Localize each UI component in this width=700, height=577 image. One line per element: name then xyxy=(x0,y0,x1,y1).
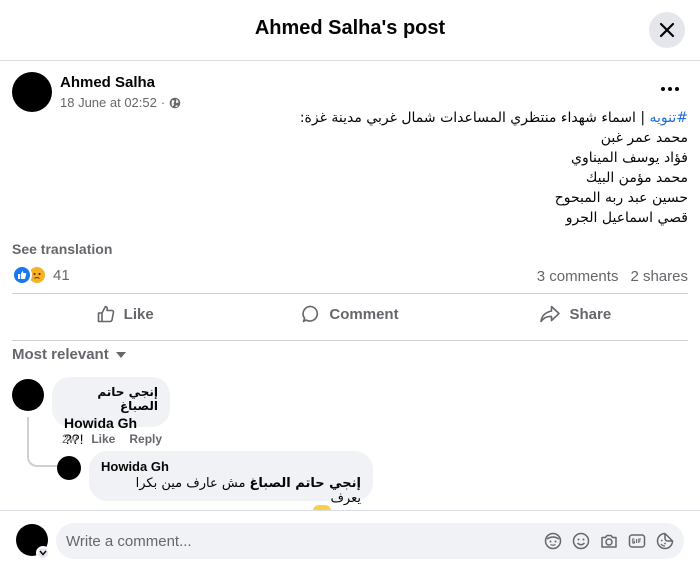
reaction-count: 41 xyxy=(53,266,70,284)
martyr-name: محمد مؤمن البيك xyxy=(585,170,688,186)
more-options-button[interactable] xyxy=(658,82,682,96)
dialog-title: Ahmed Salha's post xyxy=(254,17,446,39)
martyr-name: قصي اسماعيل الجرو xyxy=(565,210,688,226)
post-intro: | اسماء شهداء منتظري المساعدات شمال غربي… xyxy=(299,110,650,126)
comment-author[interactable]: إنجي حاتم الصباغ xyxy=(64,385,158,413)
comment-icon xyxy=(302,305,319,323)
martyr-name: محمد عمر غبن xyxy=(600,130,688,146)
comment-bubble: إنجي حاتم الصباغ Howida Gh ??! xyxy=(52,377,170,447)
comment-reply-button[interactable]: Reply xyxy=(129,432,162,446)
more-dot-icon xyxy=(661,87,665,91)
mention-link[interactable]: Howida Gh xyxy=(64,415,137,431)
emoji-button[interactable] xyxy=(572,532,590,550)
gif-icon xyxy=(628,534,646,548)
post-intro-line: #تنويه | اسماء شهداء منتظري المساعدات شم… xyxy=(128,108,688,128)
reactions-summary[interactable]: 41 xyxy=(12,265,70,285)
comment-button[interactable]: Comment xyxy=(237,294,462,334)
comment-input[interactable] xyxy=(66,532,536,550)
reply-author[interactable]: Howida Gh xyxy=(101,459,361,474)
like-reaction-icon xyxy=(12,265,32,285)
author-avatar[interactable] xyxy=(12,72,52,112)
camera-icon xyxy=(601,534,617,548)
reply-thread-line xyxy=(27,417,59,467)
avatar-sticker-button[interactable] xyxy=(544,532,562,550)
comment-sort-dropdown[interactable]: Most relevant xyxy=(12,346,127,363)
see-translation-link[interactable]: See translation xyxy=(12,241,112,257)
globe-icon[interactable] xyxy=(169,97,181,109)
caret-down-icon xyxy=(115,351,126,358)
comments-count-link[interactable]: 3 comments xyxy=(537,268,619,285)
reply-text: إنجي حاتم الصباغ مش عارف مين بكرا يعرف xyxy=(101,476,361,506)
martyr-name: حسين عبد ربه المبحوح xyxy=(554,190,688,206)
sort-label: Most relevant xyxy=(12,346,109,363)
post-body: #تنويه | اسماء شهداء منتظري المساعدات شم… xyxy=(128,108,688,228)
engagement-counts: 3 comments 2 shares xyxy=(537,268,688,285)
comment-button-label: Comment xyxy=(329,305,399,323)
chevron-down-icon xyxy=(39,550,47,556)
comment-actions: 2w Like Reply xyxy=(62,432,162,446)
sticker-button[interactable] xyxy=(656,532,674,550)
post-actions: Like Comment Share xyxy=(12,294,688,334)
comment-input-box[interactable] xyxy=(56,523,684,559)
comment-time[interactable]: 2w xyxy=(62,432,77,446)
dialog-header: Ahmed Salha's post xyxy=(0,0,700,61)
share-button-label: Share xyxy=(569,305,612,323)
commenter-avatar[interactable] xyxy=(12,379,44,411)
thumbs-up-icon xyxy=(97,305,114,323)
reply-bubble: Howida Gh إنجي حاتم الصباغ مش عارف مين ب… xyxy=(89,451,373,506)
sticker-icon xyxy=(656,532,674,550)
avatar-sticker-icon xyxy=(544,532,562,550)
hashtag-link[interactable]: #تنويه xyxy=(650,110,689,126)
comment-like-button[interactable]: Like xyxy=(91,432,115,446)
close-icon xyxy=(659,22,675,38)
more-dot-icon xyxy=(668,87,672,91)
profile-switch-button[interactable] xyxy=(36,546,50,560)
shares-count-link[interactable]: 2 shares xyxy=(630,268,688,285)
camera-button[interactable] xyxy=(600,532,618,550)
more-dot-icon xyxy=(675,87,679,91)
like-button[interactable]: Like xyxy=(12,294,237,334)
divider xyxy=(12,340,688,341)
share-button[interactable]: Share xyxy=(463,294,688,334)
post-author-name[interactable]: Ahmed Salha xyxy=(60,74,155,91)
like-button-label: Like xyxy=(123,305,154,323)
emoji-icon xyxy=(572,532,590,550)
martyr-name: فؤاد يوسف الميناوي xyxy=(571,150,688,166)
close-button[interactable] xyxy=(649,12,685,48)
mention-link[interactable]: إنجي حاتم الصباغ xyxy=(250,476,361,491)
share-icon xyxy=(540,305,561,323)
composer-tools xyxy=(544,532,674,550)
reply-author-avatar[interactable] xyxy=(57,456,81,480)
gif-button[interactable] xyxy=(628,532,646,550)
